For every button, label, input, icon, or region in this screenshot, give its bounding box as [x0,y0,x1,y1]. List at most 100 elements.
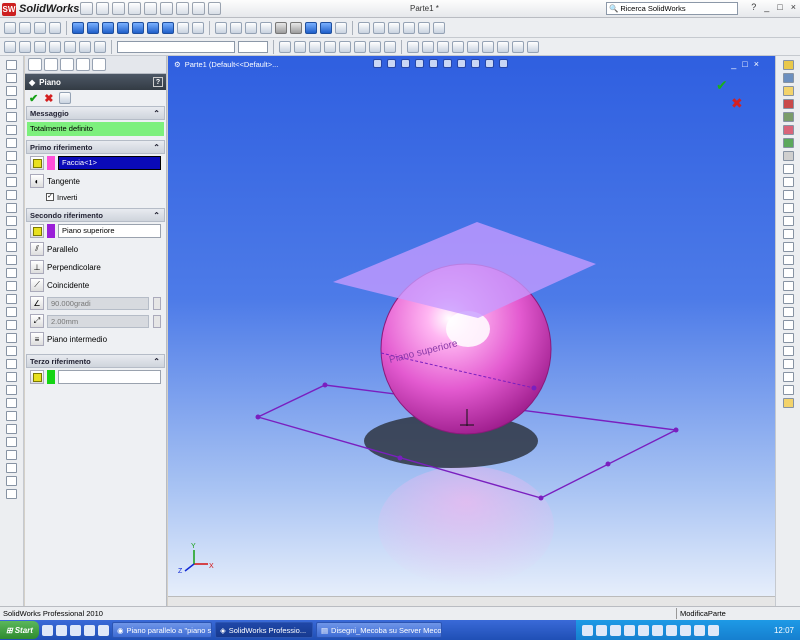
feature-manager-tab[interactable] [28,58,42,71]
right-tool-icon[interactable] [782,372,794,382]
right-tool-icon[interactable] [782,333,794,343]
circular-pattern-tool-icon[interactable] [6,346,17,356]
view-orientation-icon[interactable] [192,21,204,34]
messaggio-header[interactable]: Messaggio ⌃ [26,106,165,120]
search-tab-icon[interactable] [782,99,794,109]
minimize-button[interactable]: _ [764,2,769,12]
section-view-icon[interactable] [335,21,347,34]
confirm-corner-ok-icon[interactable]: ✔ [716,78,728,94]
quicklaunch-explorer-icon[interactable] [55,624,67,636]
offset-tool-icon[interactable] [6,229,17,239]
extend-tool-icon[interactable] [6,255,17,265]
pushpin-icon[interactable] [59,92,72,104]
hidden-lines-icon[interactable] [290,21,302,34]
new-plane-preview[interactable] [333,222,596,318]
file-explorer-tab-icon[interactable] [782,86,794,96]
right-tool-icon[interactable] [782,385,794,395]
rectangle-tool-icon[interactable] [6,86,17,96]
tray-icon[interactable] [708,624,719,636]
zoom-area-icon[interactable] [230,21,242,34]
coincidente-option[interactable]: ⟋ Coincidente [26,276,165,294]
hud-previous-view-icon[interactable] [401,59,410,68]
collapse-chevron-icon[interactable]: ⌃ [153,143,160,152]
secondo-header[interactable]: Secondo riferimento ⌃ [26,208,165,222]
sketch-tool-icon[interactable] [6,60,17,70]
graphics-viewport[interactable]: Piano superiore X Y Z ✔ ✖ ⚙ Parte1 (Defa… [168,56,775,596]
collapse-chevron-icon[interactable]: ⌃ [153,109,160,118]
zoom-icon[interactable] [19,21,31,34]
plane-handle[interactable] [673,427,679,433]
relations-tool-icon[interactable] [6,359,17,369]
shadow-icon[interactable] [418,21,430,34]
secondo-selection-field[interactable]: Piano superiore [58,224,161,238]
arc-icon[interactable] [79,40,91,53]
confirm-corner-cancel-icon[interactable]: ✖ [731,96,743,112]
rectangle-icon[interactable] [49,40,61,53]
fix-icon[interactable] [437,40,449,53]
extra-tool-icon[interactable] [6,489,17,499]
toggle-pane-icon[interactable] [782,164,794,174]
scale-tool-icon[interactable] [6,307,17,317]
align-right-icon[interactable] [369,40,381,53]
right-tool-icon[interactable] [782,307,794,317]
point-tool-icon[interactable] [6,190,17,200]
polygon-tool-icon[interactable] [6,125,17,135]
undo-icon[interactable] [160,2,173,15]
right-tool-icon[interactable] [782,190,794,200]
open-icon[interactable] [112,2,125,15]
perpendicular-icon[interactable]: ⊥ [30,260,44,274]
sketch-icon[interactable] [4,40,16,53]
pan-icon[interactable] [49,21,61,34]
repair-tool-icon[interactable] [6,372,17,382]
fillet-tool-icon[interactable] [6,164,17,174]
options-icon[interactable] [208,2,221,15]
right-tool-icon[interactable] [782,268,794,278]
offset-icon[interactable] [467,40,479,53]
move-tool-icon[interactable] [6,281,17,291]
exit-sketch-icon[interactable] [6,476,17,486]
view-back-icon[interactable] [87,21,99,34]
view-bottom-icon[interactable] [147,21,159,34]
align-left-icon[interactable] [339,40,351,53]
help-button[interactable]: ? [751,2,756,12]
camera-icon[interactable] [373,21,385,34]
search-box[interactable]: 🔍 Ricerca SolidWorks [606,2,738,15]
right-tool-icon[interactable] [782,229,794,239]
plane-handle[interactable] [538,495,544,501]
custom-properties-tab-icon[interactable] [782,138,794,148]
bold-icon[interactable] [279,40,291,53]
viewport-minimize-button[interactable]: _ [731,59,736,69]
distance-icon[interactable]: ⤢ [30,314,44,328]
trim-tool-icon[interactable] [6,242,17,252]
tray-icon[interactable] [638,624,649,636]
hud-hide-show-icon[interactable] [457,59,466,68]
arc-tool-icon[interactable] [6,112,17,122]
right-tool-icon[interactable] [782,294,794,304]
mirror-icon[interactable] [452,40,464,53]
relations-icon[interactable] [407,40,419,53]
plane-handle[interactable] [605,461,611,467]
convert-tool-icon[interactable] [6,424,17,434]
view-top-icon[interactable] [132,21,144,34]
strikethrough-icon[interactable] [324,40,336,53]
quicklaunch-app-icon[interactable] [83,624,95,636]
display-manager-tab[interactable] [92,58,106,71]
circle-tool-icon[interactable] [6,99,17,109]
right-tool-icon[interactable] [782,346,794,356]
size-combo[interactable] [238,40,268,53]
rotate-icon[interactable] [34,21,46,34]
pattern-icon[interactable] [512,40,524,53]
view-palette-tab-icon[interactable] [782,112,794,122]
right-tool-icon[interactable] [782,216,794,226]
hud-view-settings-icon[interactable] [499,59,508,68]
start-button[interactable]: ⊞ Start [0,621,39,639]
distance-input[interactable]: 2.00mm [47,314,149,328]
coincident-icon[interactable]: ⟋ [30,278,44,292]
tray-icon[interactable] [652,624,663,636]
right-tool-icon[interactable] [782,398,794,408]
dimxpert-tab[interactable] [76,58,90,71]
scene-icon[interactable] [403,21,415,34]
perspective-icon[interactable] [433,21,445,34]
angle-spinner[interactable] [153,296,161,310]
quick-snaps-icon[interactable] [6,385,17,395]
